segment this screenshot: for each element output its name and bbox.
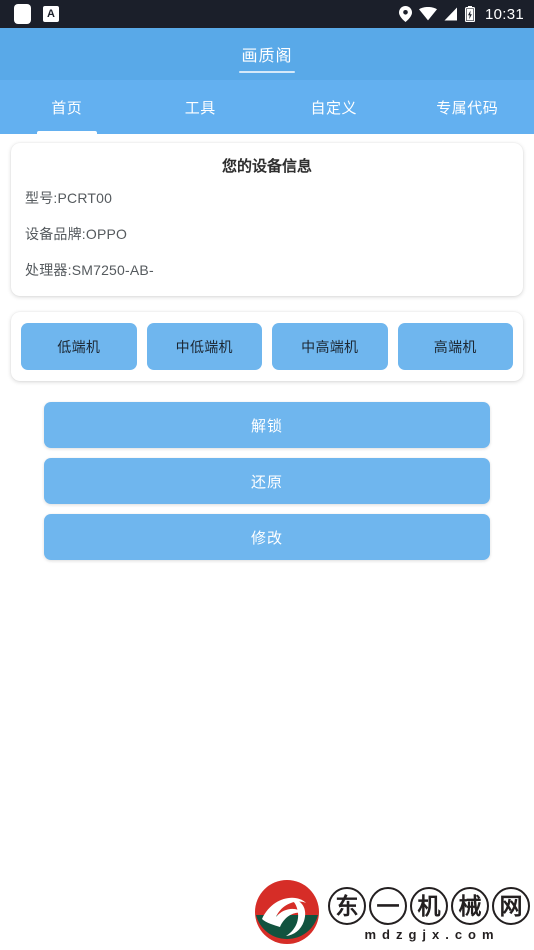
watermark-char-wang: 网	[492, 887, 530, 925]
tab-exclusive-code[interactable]: 专属代码	[401, 80, 534, 134]
device-info-card: 您的设备信息 型号:PCRT00 设备品牌:OPPO 处理器:SM7250-AB…	[11, 143, 523, 296]
status-bar: A 10:31	[0, 0, 534, 28]
tab-home[interactable]: 首页	[0, 80, 134, 134]
tab-exclusive-code-label: 专属代码	[436, 99, 499, 117]
watermark-text-block: 东 一 机 械 网 mdzgjx.com	[328, 887, 530, 942]
tier-button-mid-high[interactable]: 中高端机	[272, 323, 388, 370]
tier-button-mid-low[interactable]: 中低端机	[146, 323, 262, 370]
watermark-char-dong: 东	[328, 887, 366, 925]
unlock-button[interactable]: 解锁	[44, 402, 490, 448]
tab-bar[interactable]: 首页 工具 自定义 专属代码	[0, 80, 534, 134]
tab-active-indicator	[36, 131, 97, 134]
watermark-char-ji: 机	[410, 887, 448, 925]
watermark-circles: 东 一 机 械 网	[328, 887, 530, 925]
action-button-list: 解锁 还原 修改	[44, 402, 490, 560]
device-info-title: 您的设备信息	[221, 158, 312, 175]
wifi-icon	[418, 7, 437, 21]
device-model-row: 型号:PCRT00	[25, 190, 113, 206]
restore-button[interactable]: 还原	[44, 458, 490, 504]
dongyi-jixie-logo-icon	[254, 879, 320, 950]
tier-button-low[interactable]: 低端机	[21, 323, 137, 370]
cellular-signal-icon	[444, 7, 458, 21]
device-brand-row: 设备品牌:OPPO	[25, 226, 128, 242]
watermark-char-xie: 械	[451, 887, 489, 925]
tab-custom[interactable]: 自定义	[267, 80, 401, 134]
tab-tools[interactable]: 工具	[134, 80, 268, 134]
status-bar-right: 10:31	[398, 5, 524, 23]
location-pin-icon	[398, 6, 412, 22]
watermark-domain: mdzgjx.com	[364, 927, 500, 942]
watermark: 东 一 机 械 网 mdzgjx.com	[254, 879, 530, 950]
main-content: 您的设备信息 型号:PCRT00 设备品牌:OPPO 处理器:SM7250-AB…	[0, 143, 534, 560]
device-tier-card: 低端机 中低端机 中高端机 高端机	[11, 312, 523, 381]
device-processor-row: 处理器:SM7250-AB-	[25, 262, 154, 278]
modify-button[interactable]: 修改	[44, 514, 490, 560]
app-title-underline	[239, 71, 295, 73]
app-bar: 画质阁	[0, 28, 534, 80]
tab-home-label: 首页	[51, 99, 83, 117]
battery-charging-icon	[464, 6, 475, 22]
tab-tools-label: 工具	[184, 99, 216, 117]
tier-button-high[interactable]: 高端机	[397, 323, 513, 370]
a-app-icon: A	[43, 6, 59, 22]
tab-custom-label: 自定义	[310, 99, 357, 117]
status-bar-left: A	[14, 4, 399, 24]
watermark-char-yi: 一	[369, 887, 407, 925]
blank-notification-icon	[14, 4, 31, 24]
app-title: 画质阁	[241, 48, 293, 65]
status-bar-clock: 10:31	[484, 5, 524, 23]
